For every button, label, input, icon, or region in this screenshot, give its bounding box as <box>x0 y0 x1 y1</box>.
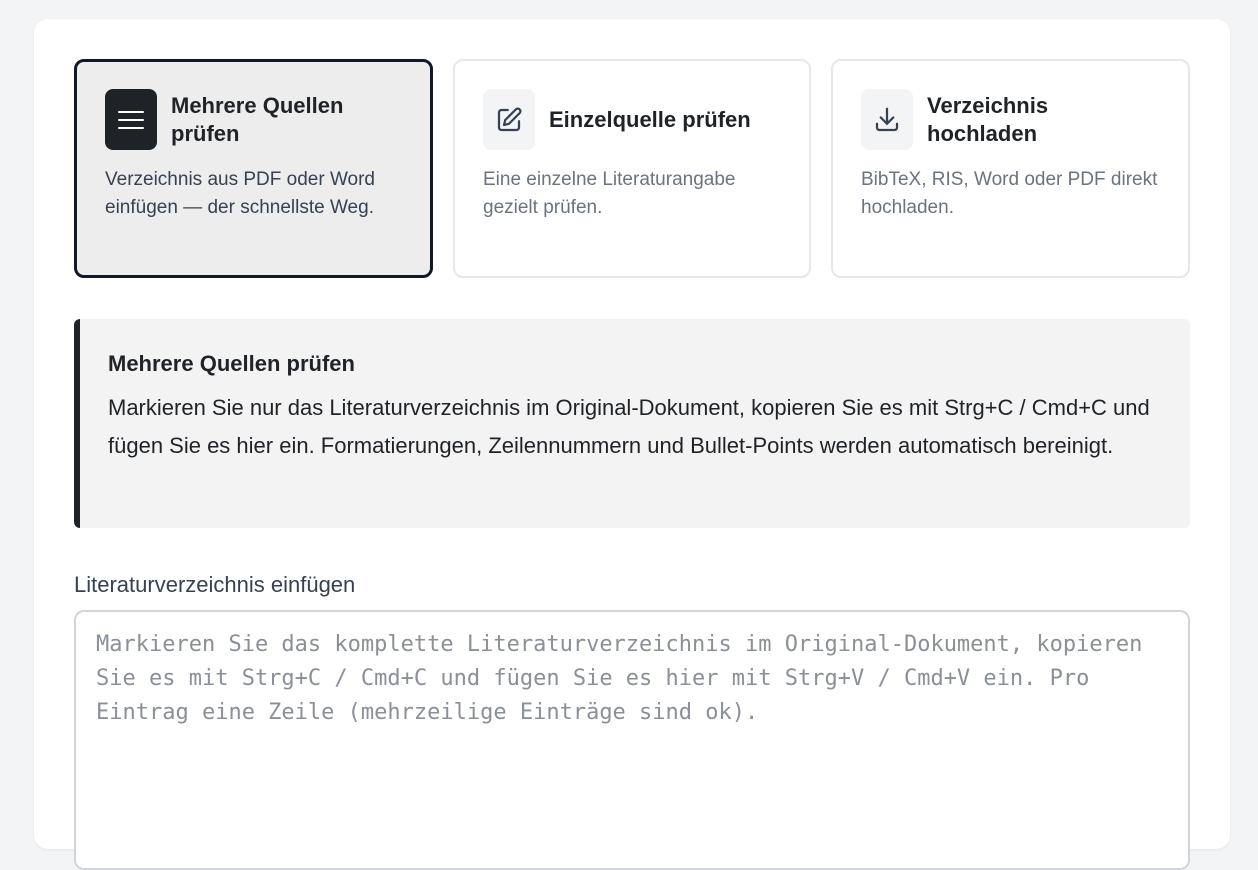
mode-card-multiple-sources[interactable]: Mehrere Quellen prüfen Verzeichnis aus P… <box>74 59 433 278</box>
mode-card-description: Verzeichnis aus PDF oder Word einfügen —… <box>105 169 375 218</box>
menu-icon <box>105 89 157 150</box>
edit-icon <box>483 89 535 150</box>
info-title: Mehrere Quellen prüfen <box>108 351 355 376</box>
download-icon <box>861 89 913 150</box>
mode-selector: Mehrere Quellen prüfen Verzeichnis aus P… <box>74 59 1190 278</box>
main-panel: Mehrere Quellen prüfen Verzeichnis aus P… <box>34 19 1230 870</box>
mode-card-title: Verzeichnis hochladen <box>927 92 1049 146</box>
bibliography-input-label: Literaturverzeichnis einfügen <box>74 572 356 597</box>
info-box: Mehrere Quellen prüfen Markieren Sie nur… <box>74 319 1190 528</box>
mode-card-title: Mehrere Quellen prüfen <box>171 92 344 146</box>
info-text: Markieren Sie nur das Literaturverzeichn… <box>108 395 1150 458</box>
bibliography-input[interactable] <box>74 610 1190 870</box>
mode-card-description: BibTeX, RIS, Word oder PDF direkt hochla… <box>861 169 1158 218</box>
mode-card-upload[interactable]: Verzeichnis hochladen BibTeX, RIS, Word … <box>831 59 1190 278</box>
mode-card-title: Einzelquelle prüfen <box>549 106 751 132</box>
mode-card-single-source[interactable]: Einzelquelle prüfen Eine einzelne Litera… <box>453 59 811 278</box>
mode-card-description: Eine einzelne Literaturangabe gezielt pr… <box>483 169 736 218</box>
